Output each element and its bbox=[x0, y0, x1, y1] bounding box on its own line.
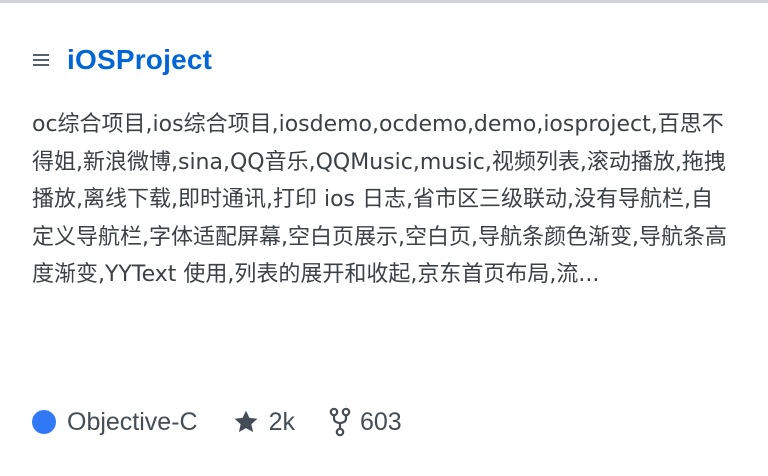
repo-card: iOSProject oc综合项目,ios综合项目,iosdemo,ocdemo… bbox=[32, 40, 738, 294]
language: Objective-C bbox=[32, 408, 198, 437]
repo-meta: Objective-C 2k 603 bbox=[32, 402, 436, 442]
repo-description: oc综合项目,ios综合项目,iosdemo,ocdemo,demo,iospr… bbox=[32, 112, 727, 287]
forks[interactable]: 603 bbox=[329, 407, 402, 437]
forks-count: 603 bbox=[360, 407, 402, 436]
stars[interactable]: 2k bbox=[232, 408, 295, 437]
fork-icon bbox=[329, 407, 351, 437]
stars-count: 2k bbox=[268, 407, 295, 436]
language-color-dot bbox=[32, 410, 56, 434]
top-divider bbox=[0, 0, 768, 3]
repo-header: iOSProject bbox=[32, 40, 738, 80]
star-icon bbox=[232, 408, 260, 436]
repo-name-link[interactable]: iOSProject bbox=[67, 44, 212, 76]
language-label: Objective-C bbox=[67, 407, 198, 436]
list-icon bbox=[32, 51, 50, 69]
